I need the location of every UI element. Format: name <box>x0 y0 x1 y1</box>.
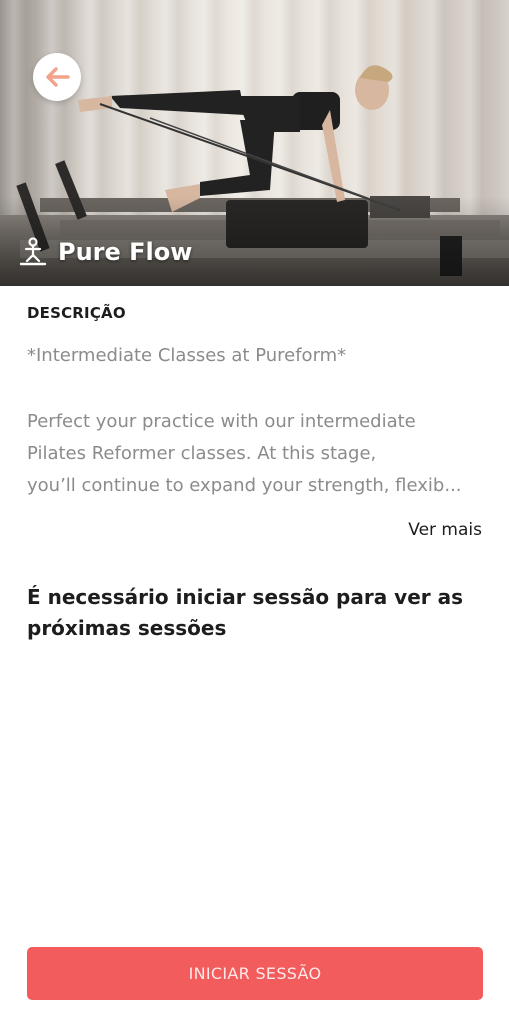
class-title-text: Pure Flow <box>58 238 193 266</box>
description-line: Pilates Reformer classes. At this stage, <box>27 443 377 464</box>
see-more-link[interactable]: Ver mais <box>408 520 482 540</box>
login-required-message: É necessário iniciar sessão para ver as … <box>27 585 463 640</box>
hero-image: Pure Flow <box>0 0 509 286</box>
back-button[interactable] <box>33 53 81 101</box>
description-line: you’ll continue to expand your strength,… <box>27 475 462 496</box>
login-button[interactable]: INICIAR SESSÃO <box>27 947 483 1000</box>
description-label: DESCRIÇÃO <box>27 304 126 322</box>
description-line: Perfect your practice with our intermedi… <box>27 411 416 432</box>
arrow-left-icon <box>44 66 70 88</box>
description-line: *Intermediate Classes at Pureform* <box>27 345 347 366</box>
description-section: DESCRIÇÃO *Intermediate Classes at Puref… <box>27 300 483 502</box>
class-title: Pure Flow <box>18 234 192 270</box>
pilates-icon <box>18 237 48 267</box>
